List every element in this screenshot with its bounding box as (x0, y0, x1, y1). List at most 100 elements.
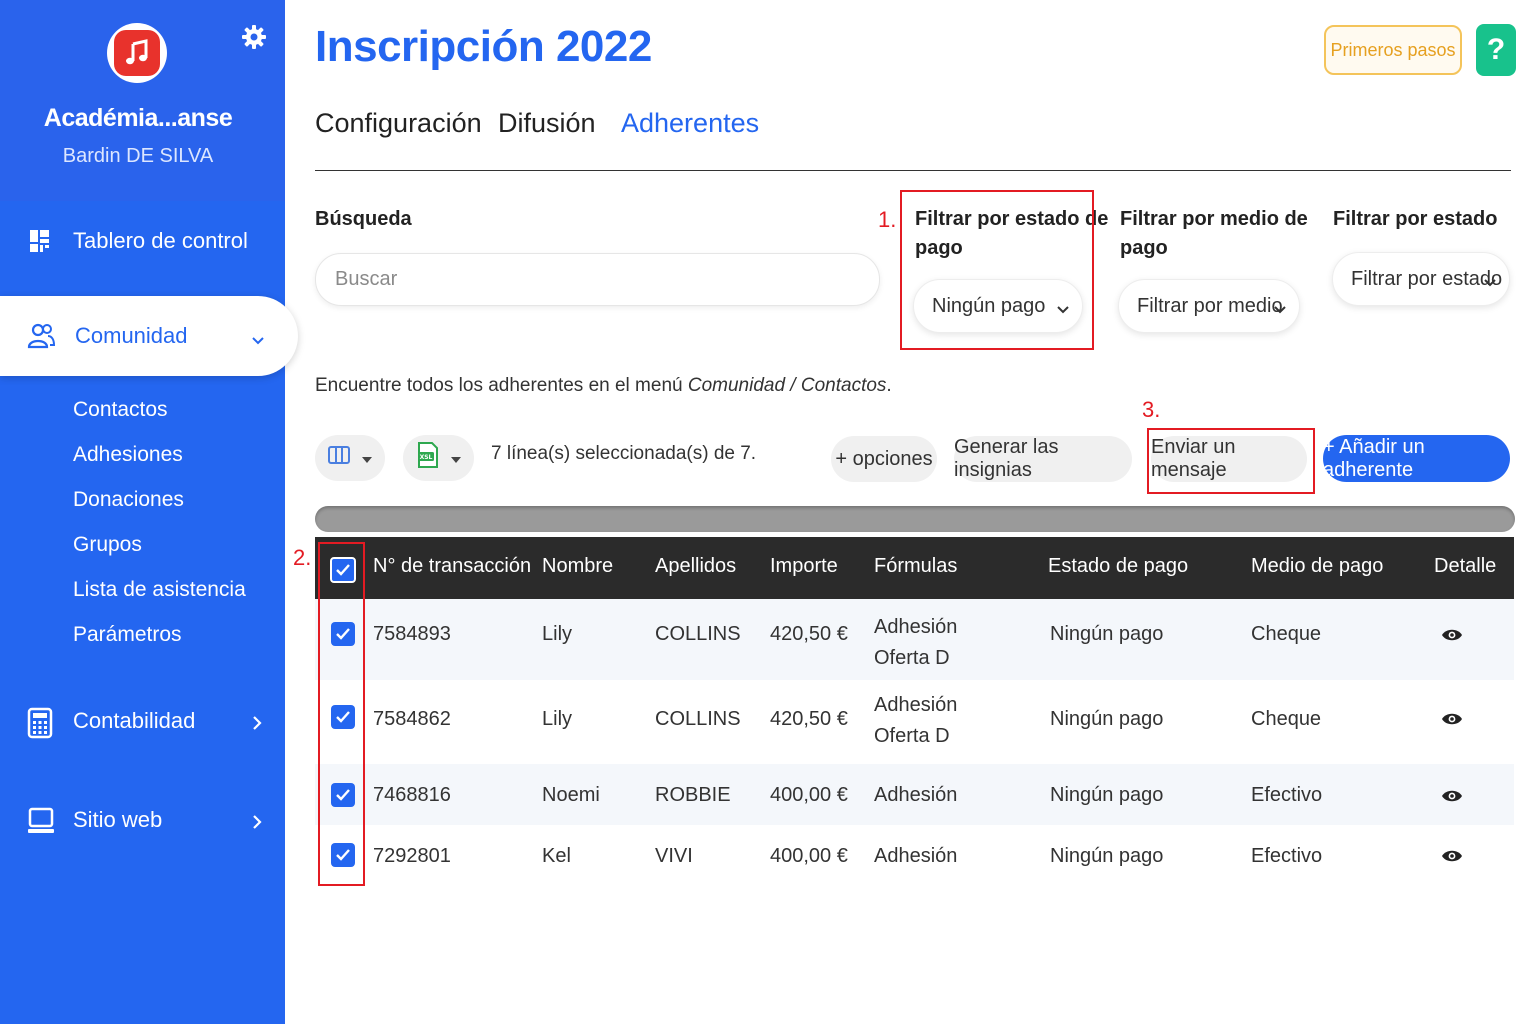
nav-label-dashboard: Tablero de control (73, 228, 248, 253)
sidebar-subitem-contacts[interactable]: Contactos (73, 398, 168, 422)
eye-icon[interactable] (1441, 849, 1463, 863)
sidebar-subitem-memberships[interactable]: Adhesiones (73, 443, 183, 467)
annotation-number-3: 3. (1142, 397, 1161, 422)
cell-last-name: ROBBIE (655, 784, 731, 806)
export-icon-text: XSL (419, 454, 432, 461)
search-input[interactable] (315, 253, 880, 306)
cell-first-name: Noemi (542, 784, 600, 806)
sidebar: Académia...anse Bardin DE SILVA Tablero … (0, 0, 285, 1024)
more-options-button[interactable]: + opciones (831, 436, 937, 482)
payment-method-select-value: Filtrar por medio (1137, 294, 1283, 317)
cell-amount: 420,50 € (770, 708, 848, 730)
info-text-prefix: Encuentre todos los adherentes en el men… (315, 375, 688, 396)
column-header-first-name[interactable]: Nombre (542, 555, 613, 578)
cell-first-name: Lily (542, 623, 573, 645)
tab-configuration[interactable]: Configuración (315, 108, 482, 139)
status-select-value: Filtrar por estado (1351, 267, 1503, 290)
cell-transaction: 7468816 (373, 784, 451, 806)
status-select[interactable]: Filtrar por estado (1332, 252, 1510, 306)
tab-diffusion[interactable]: Difusión (498, 108, 596, 139)
org-logo[interactable] (107, 23, 167, 83)
annotation-number-1: 1. (878, 207, 897, 232)
sidebar-subitem-groups[interactable]: Grupos (73, 533, 142, 557)
column-header-last-name[interactable]: Apellidos (655, 555, 736, 578)
help-button[interactable]: ? (1476, 24, 1516, 76)
tab-members[interactable]: Adherentes (621, 108, 759, 139)
horizontal-scrollbar[interactable] (315, 506, 1515, 532)
cell-first-name: Kel (542, 845, 571, 867)
dashboard-icon (27, 227, 55, 255)
cell-amount: 400,00 € (770, 784, 848, 806)
cell-first-name: Lily (542, 708, 573, 730)
columns-toggle-button[interactable] (315, 435, 385, 481)
cell-formula-line1: Adhesión (874, 616, 958, 638)
calculator-icon (27, 707, 55, 739)
annotation-box-2 (318, 542, 365, 886)
payment-method-filter-label: Filtrar por medio de pago (1120, 205, 1308, 263)
cell-amount: 420,50 € (770, 623, 848, 645)
tabs-divider (315, 170, 1511, 171)
eye-icon[interactable] (1441, 789, 1463, 803)
payment-method-filter-label-line2: pago (1120, 237, 1168, 259)
cell-amount: 400,00 € (770, 845, 848, 867)
cell-formula-line1: Adhesión (874, 845, 958, 867)
community-icon (26, 321, 56, 351)
cell-payment-status: Ningún pago (1050, 623, 1164, 645)
columns-icon (328, 446, 350, 470)
caret-down-icon (450, 447, 461, 470)
eye-icon[interactable] (1441, 628, 1463, 642)
cell-formula-line2: Oferta D (874, 725, 950, 747)
export-button[interactable]: XSL (403, 435, 474, 481)
cell-payment-method: Efectivo (1251, 845, 1323, 867)
cell-last-name: COLLINS (655, 623, 741, 645)
payment-method-select[interactable]: Filtrar por medio (1118, 279, 1300, 333)
status-filter-label: Filtrar por estado (1333, 208, 1498, 230)
chevron-down-icon (1273, 299, 1287, 314)
eye-icon[interactable] (1441, 712, 1463, 726)
cell-payment-status: Ningún pago (1050, 845, 1164, 867)
nav-item-dashboard[interactable]: Tablero de control (0, 216, 285, 266)
cell-transaction: 7292801 (373, 845, 451, 867)
cell-payment-status: Ningún pago (1050, 784, 1164, 806)
cell-transaction: 7584862 (373, 708, 451, 730)
search-label: Búsqueda (315, 208, 412, 230)
column-header-formulas[interactable]: Fórmulas (874, 555, 957, 578)
nav-item-website[interactable]: Sitio web (0, 795, 285, 845)
gear-icon[interactable] (241, 24, 267, 50)
cell-formula-line1: Adhesión (874, 784, 958, 806)
cell-formula-line2: Oferta D (874, 647, 950, 669)
chevron-right-icon (248, 811, 266, 829)
cell-payment-status: Ningún pago (1050, 708, 1164, 730)
payment-method-filter-label-line1: Filtrar por medio de (1120, 208, 1308, 230)
chevron-right-icon (248, 712, 266, 730)
laptop-icon (27, 806, 55, 834)
cell-formula-line1: Adhesión (874, 694, 958, 716)
first-steps-button[interactable]: Primeros pasos (1324, 25, 1462, 75)
info-text-suffix: . (886, 375, 892, 396)
nav-item-accounting[interactable]: Contabilidad (0, 696, 285, 746)
nav-label-accounting: Contabilidad (73, 708, 196, 733)
nav-item-community[interactable]: Comunidad (0, 296, 298, 376)
column-header-payment-status[interactable]: Estado de pago (1048, 555, 1188, 578)
cell-last-name: COLLINS (655, 708, 741, 730)
sidebar-subitem-donations[interactable]: Donaciones (73, 488, 184, 512)
chevron-down-icon (1483, 272, 1497, 287)
generate-badges-button[interactable]: Generar las insignias (954, 436, 1132, 482)
info-text-menu-path[interactable]: Comunidad / Contactos (688, 375, 887, 396)
column-header-transaction[interactable]: N° de transacción (373, 555, 531, 578)
sidebar-subitem-attendance[interactable]: Lista de asistencia (73, 578, 246, 602)
selection-count: 7 línea(s) seleccionada(s) de 7. (491, 443, 757, 464)
annotation-box-3 (1147, 428, 1315, 494)
info-text: Encuentre todos los adherentes en el men… (315, 375, 892, 397)
org-name: Académia...anse (43, 104, 233, 132)
sidebar-subitem-parameters[interactable]: Parámetros (73, 623, 182, 647)
chevron-down-icon (250, 328, 266, 345)
column-header-amount[interactable]: Importe (770, 555, 838, 578)
annotation-box-1 (900, 190, 1094, 350)
excel-file-icon: XSL (417, 441, 439, 475)
add-member-button[interactable]: + Añadir un adherente (1323, 435, 1510, 482)
cell-payment-method: Cheque (1251, 708, 1322, 730)
column-header-payment-method[interactable]: Medio de pago (1251, 555, 1383, 578)
cell-transaction: 7584893 (373, 623, 451, 645)
caret-down-icon (362, 447, 372, 470)
